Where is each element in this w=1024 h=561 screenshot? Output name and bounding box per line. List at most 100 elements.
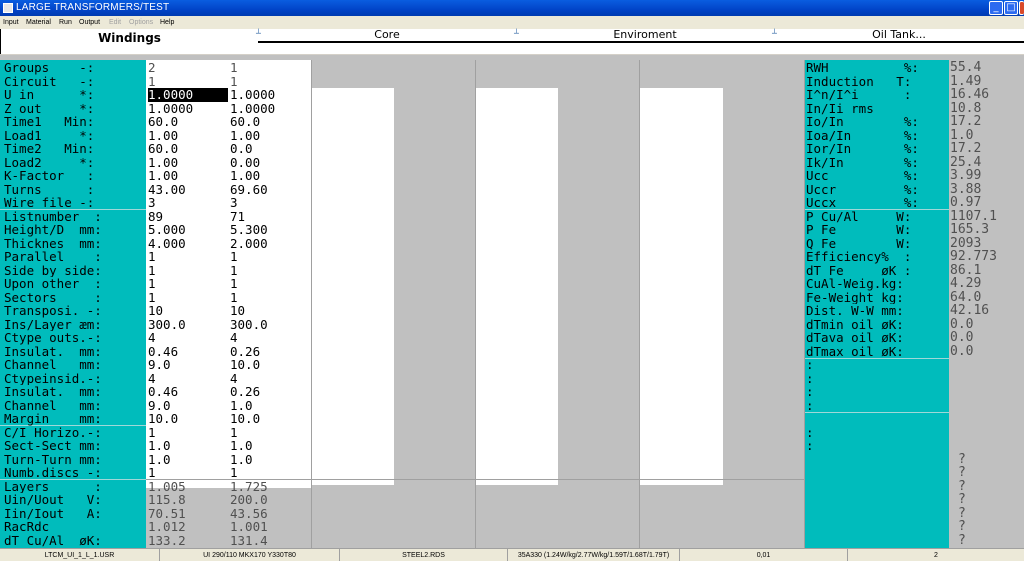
winding-1-value[interactable]: 1.00 bbox=[148, 169, 228, 183]
param-label: Ctypeinsid.-: bbox=[4, 371, 102, 385]
winding-2-value[interactable]: 10 bbox=[230, 304, 310, 318]
winding-1-value[interactable]: 3 bbox=[148, 196, 228, 210]
winding-1-value[interactable]: 1.0 bbox=[148, 452, 228, 467]
maximize-button[interactable]: □ bbox=[1004, 1, 1018, 15]
winding-2-value[interactable]: 69.60 bbox=[230, 182, 310, 197]
winding-2-value[interactable]: 4 bbox=[230, 331, 310, 345]
winding-1-value: 1 bbox=[148, 73, 156, 89]
menu-input[interactable]: Input bbox=[3, 16, 19, 29]
column-divider bbox=[475, 60, 476, 548]
tab-oil-tank[interactable]: Oil Tank... bbox=[774, 29, 1024, 42]
winding-1-value[interactable]: 5.000 bbox=[148, 223, 228, 237]
winding-1-value[interactable]: 300.0 bbox=[148, 317, 228, 332]
winding-2-value[interactable]: 0.26 bbox=[230, 385, 310, 399]
winding-1-value[interactable]: 0.46 bbox=[148, 385, 228, 399]
winding-2-value[interactable]: 4 bbox=[230, 371, 310, 386]
winding-2-value[interactable]: 1.0 bbox=[230, 398, 310, 413]
winding-2-value[interactable]: 0.0 bbox=[230, 142, 310, 156]
winding-2-value[interactable]: 10.0 bbox=[230, 412, 310, 426]
result-value: 92.773 bbox=[950, 249, 997, 264]
result-value: 16.46 bbox=[950, 87, 990, 102]
winding-1-value[interactable]: 1.0000 bbox=[148, 101, 228, 116]
param-label: Channel mm: bbox=[4, 398, 102, 412]
winding-1-value[interactable]: 1.0 bbox=[148, 439, 228, 453]
result-value: ? bbox=[958, 505, 966, 521]
winding-1-value[interactable]: 43.00 bbox=[148, 182, 228, 197]
winding-1-value[interactable]: 89 bbox=[148, 209, 228, 224]
menu-run[interactable]: Run bbox=[59, 16, 72, 29]
winding-1-value[interactable]: 1 bbox=[148, 277, 228, 291]
winding-2-value[interactable]: 1 bbox=[230, 290, 310, 305]
tab-windings[interactable]: Windings bbox=[0, 29, 258, 54]
app-icon[interactable] bbox=[3, 3, 13, 13]
param-label: Time2 Min: bbox=[4, 142, 95, 156]
winding-2-value[interactable]: 1.0000 bbox=[230, 88, 310, 102]
result-value: ? bbox=[958, 478, 966, 494]
minimize-button[interactable]: _ bbox=[989, 1, 1003, 15]
tab-separator: ┴ bbox=[256, 29, 261, 38]
winding-1-value[interactable]: 1.00 bbox=[148, 155, 228, 170]
param-label: K-Factor : bbox=[4, 169, 95, 183]
winding-1-value[interactable]: 60.0 bbox=[148, 142, 228, 156]
winding-1-value[interactable]: 1.00 bbox=[148, 128, 228, 143]
tab-core-label: Core bbox=[374, 28, 400, 41]
menu-help[interactable]: Help bbox=[160, 16, 174, 29]
result-value: ? bbox=[958, 519, 966, 534]
winding-2-value: 1.001 bbox=[230, 519, 268, 534]
main-panel: Groups -: 2 1 Circuit -: 1 1 U in *: 1.0000 1.00… bbox=[0, 55, 1024, 548]
winding-2-value[interactable]: 0.26 bbox=[230, 344, 310, 359]
winding-1-value[interactable]: 1 bbox=[148, 250, 228, 264]
result-value: 1.0 bbox=[950, 127, 974, 143]
menu-material[interactable]: Material bbox=[26, 16, 51, 29]
status-bar: LTCM_UI_1_L_1.USR UI 290/110 MKX170 Y330… bbox=[0, 548, 1024, 561]
result-value: ? bbox=[958, 492, 966, 507]
winding-2-value[interactable]: 1 bbox=[230, 277, 310, 291]
winding-2-value[interactable]: 2.000 bbox=[230, 236, 310, 251]
winding-1-value[interactable]: 4 bbox=[148, 331, 228, 345]
winding-2-value[interactable]: 1.0 bbox=[230, 439, 310, 453]
winding-2-value[interactable]: 5.300 bbox=[230, 223, 310, 237]
winding-2-value[interactable]: 3 bbox=[230, 196, 310, 210]
param-label: Wire file -: bbox=[4, 196, 95, 210]
winding-2-value[interactable]: 10.0 bbox=[230, 358, 310, 372]
winding-2-value[interactable]: 71 bbox=[230, 209, 310, 224]
param-label: Side by side: bbox=[4, 263, 102, 277]
winding-1-value[interactable]: 10 bbox=[148, 304, 228, 318]
winding-2-value[interactable]: 1.0 bbox=[230, 452, 310, 467]
winding-2-value[interactable]: 1.0000 bbox=[230, 101, 310, 116]
winding-1-value[interactable]: 1.0000 bbox=[148, 88, 228, 102]
winding-1-value: 70.51 bbox=[148, 505, 186, 521]
winding-1-value[interactable]: 10.0 bbox=[148, 412, 228, 426]
winding-1-value[interactable]: 1 bbox=[148, 290, 228, 305]
winding-2-value[interactable]: 1.00 bbox=[230, 128, 310, 143]
close-button[interactable] bbox=[1019, 1, 1024, 15]
winding-1-value[interactable]: 0.46 bbox=[148, 344, 228, 359]
winding-2-value[interactable]: 1 bbox=[230, 250, 310, 264]
winding-2-value[interactable]: 0.00 bbox=[230, 155, 310, 170]
winding-2-value[interactable]: 1.00 bbox=[230, 169, 310, 183]
winding-1-value[interactable]: 1 bbox=[148, 466, 228, 480]
winding-slot-5[interactable] bbox=[640, 88, 723, 485]
winding-1-value[interactable]: 9.0 bbox=[148, 358, 228, 372]
param-label: Uin/Uout V: bbox=[4, 493, 102, 507]
winding-slot-3[interactable] bbox=[312, 88, 394, 485]
winding-1-value[interactable]: 1 bbox=[148, 263, 228, 278]
tab-enviroment[interactable]: Enviroment bbox=[516, 29, 774, 42]
result-label: Ik/In %: bbox=[806, 155, 919, 169]
winding-2-value[interactable]: 60.0 bbox=[230, 115, 310, 129]
winding-2-value[interactable]: 1 bbox=[230, 263, 310, 278]
result-value: 0.0 bbox=[950, 316, 974, 332]
winding-slot-4[interactable] bbox=[476, 88, 558, 485]
menu-output[interactable]: Output bbox=[79, 16, 100, 29]
winding-1-value[interactable]: 60.0 bbox=[148, 115, 228, 129]
winding-1-value[interactable]: 9.0 bbox=[148, 398, 228, 413]
winding-2-value[interactable]: 1 bbox=[230, 425, 310, 440]
tab-core[interactable]: Core bbox=[258, 29, 516, 42]
result-label: Dist. W-W mm: bbox=[806, 304, 904, 318]
result-value: ? bbox=[958, 451, 966, 467]
winding-1-value[interactable]: 1 bbox=[148, 425, 228, 440]
winding-2-value[interactable]: 300.0 bbox=[230, 317, 310, 332]
winding-1-value[interactable]: 4 bbox=[148, 371, 228, 386]
winding-1-value[interactable]: 4.000 bbox=[148, 236, 228, 251]
winding-2-value[interactable]: 1 bbox=[230, 466, 310, 480]
